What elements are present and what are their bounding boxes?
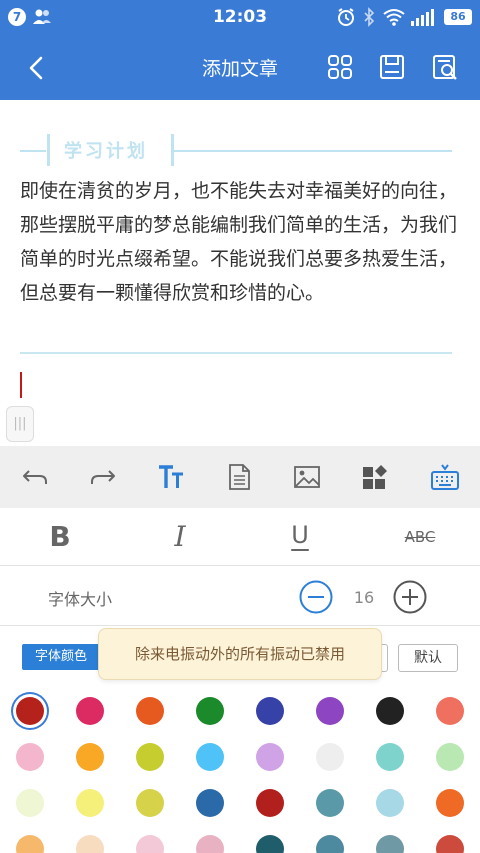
image-icon[interactable] [292,462,322,492]
color-swatch[interactable] [436,743,464,771]
color-swatch[interactable] [256,835,284,853]
preview-search-icon[interactable] [430,52,460,82]
color-swatch[interactable] [316,835,344,853]
color-swatch[interactable] [196,835,224,853]
strikethrough-button[interactable]: ABC [398,518,442,556]
toast-message: 除来电振动外的所有振动已禁用 [98,628,382,680]
color-swatch[interactable] [256,789,284,817]
color-swatch[interactable] [316,697,344,725]
font-size-label: 字体大小 [48,590,113,609]
text-cursor [20,372,22,398]
font-size-row: 字体大小 16 [0,566,480,626]
color-swatch[interactable] [76,835,104,853]
grid-icon[interactable] [325,52,355,82]
wifi-icon [383,9,405,26]
article-editor[interactable]: 学习计划 即使在清贫的岁月，也不能失去对幸福美好的向往，那些摆脱平庸的梦总能编制… [0,100,480,446]
color-swatch[interactable] [16,697,44,725]
color-swatch[interactable] [376,789,404,817]
font-size-value: 16 [353,588,375,607]
bluetooth-icon [364,7,375,27]
color-palette [0,686,480,853]
increase-size-button[interactable] [392,579,428,615]
color-swatch[interactable] [76,697,104,725]
color-swatch[interactable] [376,697,404,725]
back-arrow-icon[interactable] [22,53,52,83]
color-swatch[interactable] [136,697,164,725]
editor-toolbar [0,446,480,508]
color-swatch[interactable] [316,743,344,771]
color-swatch[interactable] [16,835,44,853]
undo-icon[interactable] [20,462,50,492]
text-format-icon[interactable] [156,462,186,492]
section-heading: 学习计划 [20,132,452,168]
color-swatch[interactable] [76,789,104,817]
document-icon[interactable] [224,462,254,492]
heading-line-left [20,150,46,152]
color-swatch[interactable] [196,789,224,817]
italic-button[interactable]: I [164,518,196,556]
save-icon[interactable] [377,52,407,82]
underline-button[interactable]: U [284,518,316,556]
color-swatch[interactable] [436,835,464,853]
color-swatch[interactable] [256,697,284,725]
app-bar: 添加文章 [0,34,480,100]
battery-indicator: 86 [444,9,472,25]
alarm-icon [338,8,354,26]
color-swatch[interactable] [316,789,344,817]
color-swatch[interactable] [196,743,224,771]
section-heading-text: 学习计划 [64,141,148,162]
font-color-tab[interactable]: 字体颜色 [22,644,100,670]
color-swatch[interactable] [256,743,284,771]
decrease-size-button[interactable] [298,579,334,615]
color-swatch[interactable] [196,697,224,725]
color-swatch[interactable] [136,743,164,771]
color-swatch[interactable] [16,743,44,771]
widgets-icon[interactable] [360,462,390,492]
default-button[interactable]: 默认 [398,644,458,672]
color-swatch[interactable] [16,789,44,817]
signal-icon [411,9,434,26]
bold-button[interactable]: B [44,518,76,556]
keyboard-icon[interactable] [430,462,460,492]
heading-line-right [174,150,452,152]
color-swatch[interactable] [136,835,164,853]
status-bar: 7 12:03 86 [0,0,480,34]
heading-bar-left [47,134,50,166]
color-swatch[interactable] [436,697,464,725]
drag-handle[interactable]: ||| [6,406,34,442]
color-swatch[interactable] [76,743,104,771]
color-swatch[interactable] [136,789,164,817]
page-title: 添加文章 [201,58,278,80]
content-divider [20,352,452,354]
color-swatch[interactable] [376,743,404,771]
color-swatch[interactable] [376,835,404,853]
article-text[interactable]: 即使在清贫的岁月，也不能失去对幸福美好的向往，那些摆脱平庸的梦总能编制我们简单的… [20,174,460,310]
format-row: B I U ABC [0,508,480,566]
redo-icon[interactable] [88,462,118,492]
color-swatch[interactable] [436,789,464,817]
clock: 12:03 [212,7,268,27]
